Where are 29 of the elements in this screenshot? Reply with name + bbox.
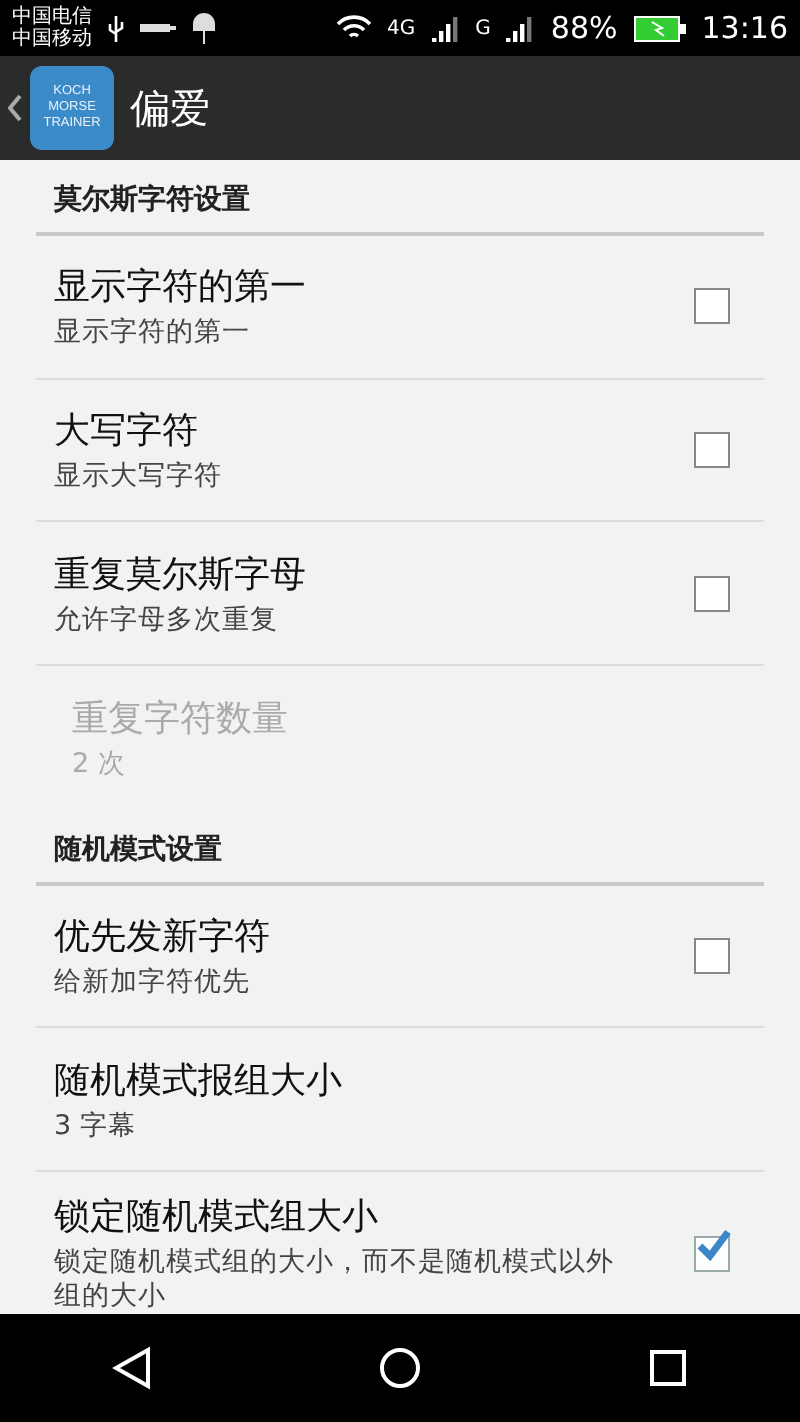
battery-icon [633, 15, 686, 41]
network-type-label: 4G [387, 17, 416, 39]
preference-item[interactable]: 显示字符的第一 显示字符的第一 [36, 236, 764, 380]
section-header: 莫尔斯字符设置 [36, 160, 764, 236]
recents-icon[interactable] [647, 1348, 688, 1388]
preference-item[interactable]: 大写字符 显示大写字符 [36, 379, 764, 523]
checkbox[interactable] [694, 432, 730, 468]
signal-icon [506, 14, 535, 42]
checkbox[interactable] [694, 288, 730, 325]
checkbox[interactable] [694, 938, 730, 974]
section-header: 随机模式设置 [36, 809, 764, 886]
signal-icon [431, 14, 460, 42]
preference-item[interactable]: 随机模式报组大小 3 字幕 [36, 1028, 764, 1173]
wifi-icon [335, 14, 372, 42]
battery-percent: 88% [550, 10, 618, 46]
preference-item[interactable]: 重复莫尔斯字母 允许字母多次重复 [36, 522, 764, 667]
back-icon[interactable] [8, 94, 22, 122]
notification-icon [140, 22, 176, 34]
screen-title: 偏爱 [130, 81, 210, 135]
usb-icon [108, 15, 124, 41]
carrier-name: 中国移动 [12, 28, 92, 50]
network-type-label: G [475, 17, 491, 39]
checkbox[interactable] [694, 1235, 730, 1272]
home-icon[interactable] [377, 1346, 422, 1390]
preference-item[interactable]: 锁定随机模式组大小 锁定随机模式组的大小，而不是随机模式以外组的大小 [36, 1172, 764, 1314]
checkbox[interactable] [694, 575, 730, 612]
carrier-name: 中国电信 [12, 6, 92, 28]
clock-time: 13:16 [701, 10, 788, 46]
preference-item[interactable]: 优先发新字符 给新加字符优先 [36, 885, 764, 1029]
